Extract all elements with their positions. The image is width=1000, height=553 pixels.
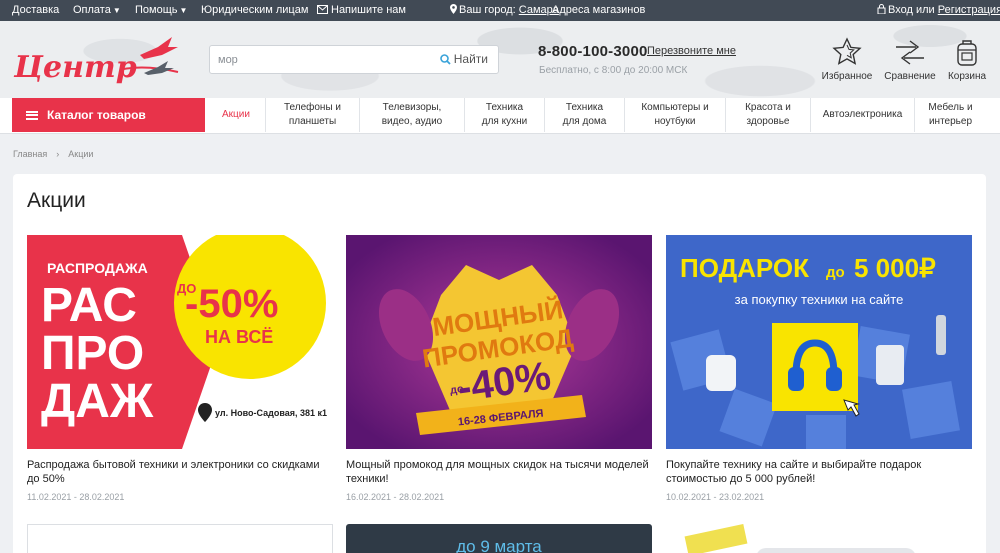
- legal-link[interactable]: Юридическим лицам: [201, 4, 308, 17]
- svg-text:РАСПРОДАЖА: РАСПРОДАЖА: [47, 260, 148, 276]
- catalog-button[interactable]: Каталог товаров: [12, 98, 205, 132]
- mail-icon: [317, 5, 328, 14]
- svg-text:ПОДАРОК: ПОДАРОК: [680, 253, 809, 283]
- phone-number[interactable]: 8-800-100-3000: [538, 43, 648, 60]
- nav-item-computers[interactable]: Компьютеры и ноутбуки: [624, 98, 725, 132]
- search-box: Найти: [209, 45, 499, 74]
- svg-text:ДАЖ: ДАЖ: [41, 375, 154, 428]
- promo-title[interactable]: Распродажа бытовой техники и электроники…: [27, 458, 333, 486]
- cart-button[interactable]: Корзина: [939, 37, 995, 82]
- promo-title[interactable]: Мощный промокод для мощных скидок на тыс…: [346, 458, 652, 486]
- logo[interactable]: Центр: [12, 35, 182, 87]
- top-bar: Доставка Оплата ▼ Помощь ▼ Юридическим лиц…: [0, 0, 1000, 21]
- register-link[interactable]: Регистрация: [938, 4, 1000, 16]
- promo-banner: РАСПРОДАЖА РАС ПРО ДАЖ ДО -50% НА ВСЁ ул…: [27, 235, 333, 449]
- nav-item-promos[interactable]: Акции: [207, 98, 265, 132]
- breadcrumb-separator: ›: [56, 149, 60, 159]
- promo-card[interactable]: ПОДАРОК до 5 000₽ за покупку техники на …: [666, 235, 972, 502]
- payment-menu[interactable]: Оплата ▼: [73, 4, 121, 17]
- svg-text:РАС: РАС: [41, 279, 137, 332]
- promo-banner: МОЩНЫЙ ПРОМОКОД до -40% 16-28 ФЕВРАЛЯ: [346, 235, 652, 449]
- nav-item-kitchen[interactable]: Техника для кухни: [464, 98, 544, 132]
- compare-jets-icon: [896, 40, 924, 65]
- auth-links: Вход или Регистрация: [877, 4, 1000, 17]
- nav-item-phones[interactable]: Телефоны и планшеты: [265, 98, 359, 132]
- breadcrumb-home[interactable]: Главная: [13, 149, 47, 159]
- gift-banner-graphic: ПОДАРОК до 5 000₽ за покупку техники на …: [666, 235, 972, 449]
- breadcrumb-current: Акции: [68, 149, 94, 159]
- chevron-down-icon: ▼: [179, 6, 188, 15]
- favorites-button[interactable]: Избранное: [819, 37, 875, 82]
- logo-text: Центр: [13, 50, 137, 85]
- promo-card[interactable]: [666, 524, 972, 553]
- sale-banner-graphic: РАСПРОДАЖА РАС ПРО ДАЖ ДО -50% НА ВСЁ ул…: [27, 235, 333, 449]
- nav-item-auto[interactable]: Автоэлектроника: [810, 98, 914, 132]
- nav-item-home[interactable]: Техника для дома: [544, 98, 624, 132]
- svg-text:НА ВСЁ: НА ВСЁ: [205, 327, 273, 347]
- search-button[interactable]: Найти: [439, 52, 488, 66]
- menu-icon: [26, 110, 38, 120]
- page-title: Акции: [27, 189, 86, 212]
- search-input[interactable]: [218, 52, 428, 68]
- nav-item-tv[interactable]: Телевизоры, видео, аудио: [359, 98, 464, 132]
- breadcrumb: Главная › Акции: [13, 149, 93, 159]
- star-icon: [832, 37, 862, 65]
- callback-link[interactable]: Перезвоните мне: [647, 45, 736, 57]
- stores-link[interactable]: Адреса магазинов: [552, 4, 645, 17]
- promo-banner-graphic: [756, 548, 916, 553]
- promo-card[interactable]: РАСПРОДАЖА РАС ПРО ДАЖ ДО -50% НА ВСЁ ул…: [27, 235, 333, 502]
- promo-dates: 10.02.2021 - 23.02.2021: [666, 492, 765, 502]
- promo-dates: 16.02.2021 - 28.02.2021: [346, 492, 445, 502]
- promo-card[interactable]: [27, 524, 333, 553]
- promo-card[interactable]: до 9 марта: [346, 524, 652, 553]
- nav-item-furniture[interactable]: Мебель и интерьер: [914, 98, 986, 132]
- jet-icon: [140, 37, 178, 59]
- site-header: Центр Найти 8-800-100-3000 Перезвоните м…: [0, 21, 1000, 98]
- login-link[interactable]: Вход: [888, 4, 913, 16]
- svg-text:-50%: -50%: [185, 282, 278, 326]
- user-icon: [877, 4, 886, 15]
- svg-text:5 000₽: 5 000₽: [854, 253, 936, 283]
- main-nav: Каталог товаров Акции Телефоны и планшеты…: [0, 98, 1000, 134]
- delivery-link[interactable]: Доставка: [12, 4, 59, 17]
- promo-banner-text: до 9 марта: [456, 537, 542, 553]
- search-icon: [439, 53, 451, 65]
- backpack-icon: [957, 40, 977, 66]
- chevron-down-icon: ▼: [112, 6, 121, 15]
- promo-title[interactable]: Покупайте технику на сайте и выбирайте п…: [666, 458, 972, 486]
- compare-button[interactable]: Сравнение: [882, 37, 938, 82]
- city-selector[interactable]: Ваш город: Самара: [450, 4, 559, 17]
- phone-note: Бесплатно, с 8:00 до 20:00 МСК: [539, 65, 688, 76]
- svg-text:за покупку техники на сайте: за покупку техники на сайте: [735, 292, 904, 307]
- write-us-link[interactable]: Напишите нам: [317, 4, 406, 17]
- svg-text:ПРО: ПРО: [41, 327, 144, 380]
- promo-banner-graphic: [684, 524, 748, 553]
- location-pin-icon: [450, 4, 457, 14]
- nav-item-beauty[interactable]: Красота и здоровье: [725, 98, 810, 132]
- promo-dates: 11.02.2021 - 28.02.2021: [27, 492, 125, 502]
- svg-text:до: до: [826, 264, 845, 281]
- svg-text:ул. Ново-Садовая, 381 к1: ул. Ново-Садовая, 381 к1: [215, 408, 327, 418]
- promo-card[interactable]: МОЩНЫЙ ПРОМОКОД до -40% 16-28 ФЕВРАЛЯ Мо…: [346, 235, 652, 502]
- promo-banner: ПОДАРОК до 5 000₽ за покупку техники на …: [666, 235, 972, 449]
- help-menu[interactable]: Помощь ▼: [135, 4, 187, 17]
- promo-code-banner-graphic: МОЩНЫЙ ПРОМОКОД до -40% 16-28 ФЕВРАЛЯ: [346, 235, 652, 449]
